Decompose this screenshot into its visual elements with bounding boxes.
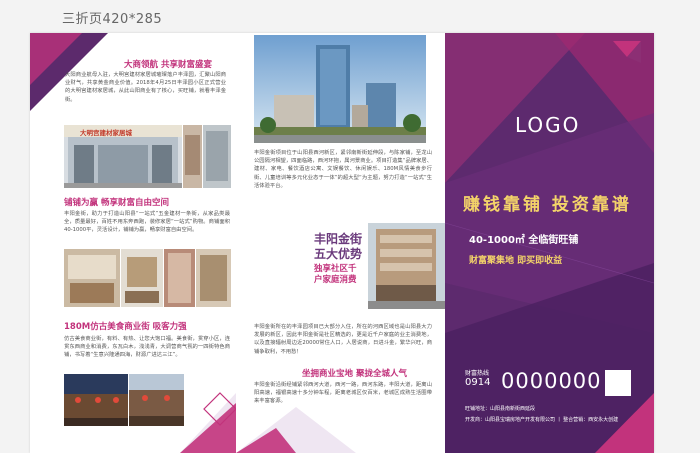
- street-building-photo: [368, 223, 445, 309]
- store-sign-text: 大明宫建材家居城: [80, 129, 132, 137]
- area-code: 0914: [465, 377, 491, 388]
- advantages-title-line1: 丰阳金街: [314, 232, 363, 246]
- showroom-photo-2: [121, 249, 163, 307]
- panel-cover: LOGO 赚钱靠铺 投资靠谱 40-1000㎡ 全临街旺铺 财富聚集地 即买即收…: [445, 33, 654, 453]
- panel-middle: 丰阳金街项目位于山阳县西河新区，紧邻南新街延伸段，与陈家铺，至龙山公园隔河相望，…: [236, 33, 445, 453]
- section-body-food-street: 仿古美食商业街，有料、有热、让您大饱口福。美食街，贯穿小区，连贯东西商业和消费，…: [64, 336, 230, 359]
- interior-photo-2: [203, 125, 231, 188]
- advantages-subtitle-line1: 独享社区千: [314, 264, 357, 274]
- section-title-food-street: 180M仿古美食商业街 吸客力强: [64, 322, 187, 332]
- building-rendering-photo: [254, 35, 426, 143]
- community-text: 丰阳金街所在的丰泽园项目已大部分入住，所在的河西区域也是山阳县大力发展的新区，因…: [254, 324, 432, 355]
- store-front-photo: 大明宫建材家居城: [64, 125, 182, 188]
- location-text: 丰阳金街沿街经铺紧邻西河大道，西河一路，西河东路，丰阳大道，距离山阳高速，福银高…: [254, 382, 432, 405]
- section-title-commerce: 大商领航 共享财富盛宴: [124, 60, 212, 70]
- cover-slogan: 赚钱靠铺 投资靠谱: [463, 195, 632, 215]
- shop-area-line: 40-1000㎡ 全临街旺铺: [469, 235, 579, 246]
- showroom-photo-4: [196, 249, 231, 307]
- advantages-subtitle: 独享社区千 户家庭消费: [314, 264, 357, 286]
- advantages-title-line2: 五大优势: [314, 247, 363, 261]
- advantages-subtitle-line2: 户家庭消费: [314, 275, 357, 285]
- qr-code-placeholder: [605, 370, 631, 396]
- developer-info: 开发商：山阳县宝瑞房地产开发有限公司 丨 整合营销：西安永大创建: [465, 417, 619, 423]
- interior-photo-1: [183, 125, 202, 188]
- shop-address: 旺铺地址：山阳县南新街西延段: [465, 406, 536, 412]
- brand-logo: LOGO: [515, 113, 581, 137]
- trifold-brochure: 大商领航 共享财富盛宴 大阳商业航母入驻，大明宫建材家居城璀璨落户丰泽园，汇聚山…: [30, 33, 654, 453]
- showroom-photo-3: [164, 249, 195, 307]
- section-title-shops: 铺铺为赢 畅享财富自由空间: [64, 198, 169, 208]
- advantages-title: 丰阳金街 五大优势: [314, 232, 362, 262]
- wealth-line: 财富聚集地 即买即收益: [469, 256, 563, 266]
- showroom-photo-1: [64, 249, 120, 307]
- document-header-label: 三折页420*285: [62, 12, 163, 27]
- section-title-location: 坐拥商业宝地 聚拢全城人气: [302, 369, 407, 379]
- panel-left: 大商领航 共享财富盛宴 大阳商业航母入驻，大明宫建材家居城璀璨落户丰泽园，汇聚山…: [30, 33, 236, 453]
- ancient-street-photo-1: [64, 374, 128, 426]
- hotline-label: 财富热线: [465, 370, 490, 377]
- ancient-street-photo-2: [129, 374, 184, 426]
- project-intro-text: 丰阳金街项目位于山阳县西河新区，紧邻南新街延伸段，与陈家铺，至龙山公园隔河相望，…: [254, 150, 432, 189]
- section-body-shops: 丰阳金街，助力于打造山阳县“一站式”五金建材一条街，从家品类最全，质量最好，百姓…: [64, 211, 230, 234]
- hotline-number: 0000000: [501, 369, 602, 393]
- section-body-commerce: 大阳商业航母入驻，大明宫建材家居城璀璨落户丰泽园，汇聚山阳商业财气，共享黄金商业…: [65, 72, 226, 103]
